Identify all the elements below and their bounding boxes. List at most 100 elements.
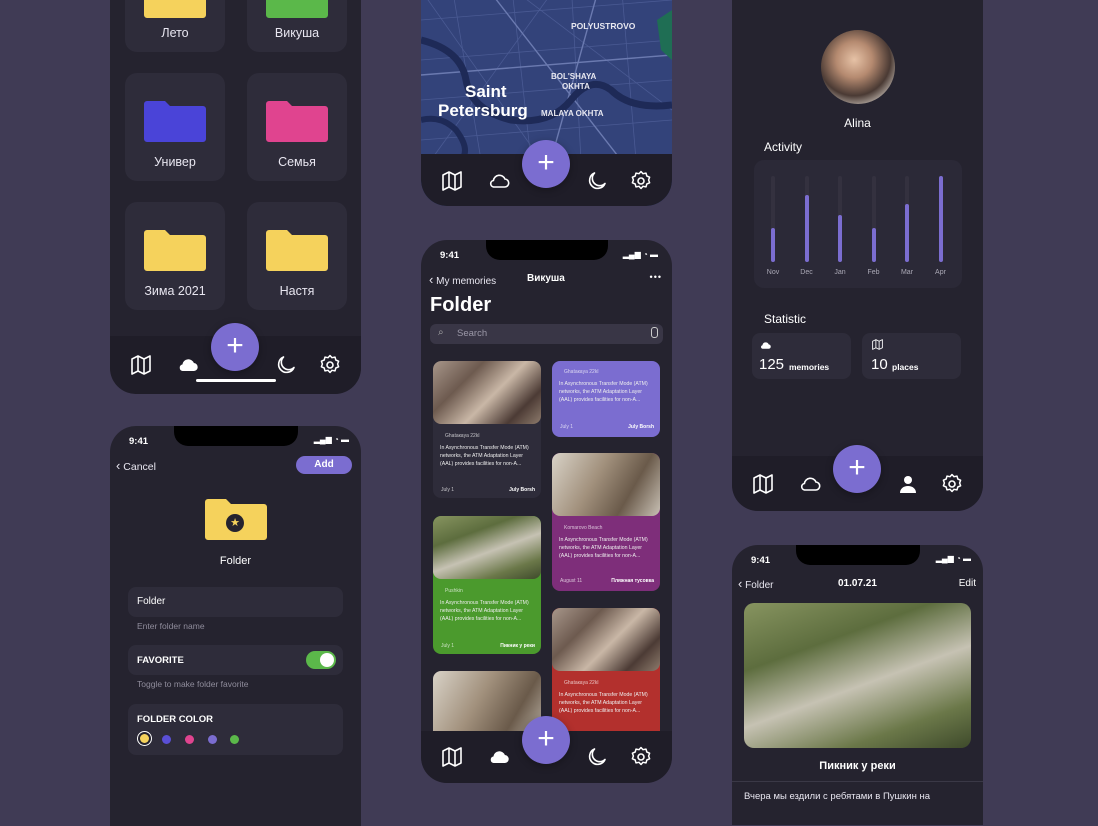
places-stat-label: places [892, 362, 919, 372]
divider [732, 781, 983, 782]
back-label: Folder [745, 580, 774, 591]
plus-icon: + [226, 328, 244, 362]
chevron-left-icon: ‹ [429, 272, 434, 287]
folder-name-field[interactable]: Folder [128, 587, 343, 617]
add-button[interactable]: + [211, 323, 259, 371]
microphone-icon[interactable] [651, 327, 658, 338]
gear-icon[interactable] [629, 169, 653, 193]
memory-title: Пикник у реки [819, 760, 896, 772]
memories-screen: 9:41 ▂▄▆ ◔ ▬ ‹ My memories Викуша ••• Fo… [421, 240, 672, 783]
moon-icon[interactable] [274, 353, 298, 377]
folder-label: Настя [279, 284, 315, 298]
plus-icon: + [537, 721, 555, 755]
cloud-icon[interactable] [487, 745, 511, 769]
memory-photo[interactable] [744, 603, 971, 748]
status-icons: ▂▄▆ ◔ ▬ [313, 435, 349, 444]
add-button[interactable]: + [833, 445, 881, 493]
folder-name: Пляжная тусовка [611, 578, 654, 584]
search-input[interactable]: ⌕ Search [430, 324, 663, 344]
profile-name: Alina [844, 116, 871, 130]
star-icon: ★ [226, 514, 244, 532]
activity-bar [905, 176, 909, 262]
map-city-label: Petersburg [438, 101, 528, 120]
page-title: Folder [430, 294, 492, 316]
activity-bar-fill [871, 228, 876, 262]
user-icon[interactable] [896, 472, 920, 496]
chevron-left-icon: ‹ [738, 576, 743, 591]
memory-card[interactable]: Ghataкaya 22kl In Asynchronous Transfer … [552, 361, 660, 437]
memory-card[interactable]: Ghataкaya 22kl In Asynchronous Transfer … [433, 361, 541, 498]
cloud-icon[interactable] [487, 169, 511, 193]
color-swatch-yellow[interactable] [140, 734, 149, 743]
color-swatch-blue[interactable] [162, 735, 171, 744]
favorite-field: FAVORITE [128, 645, 343, 675]
map-icon[interactable] [129, 353, 153, 377]
folder-icon [144, 98, 206, 142]
add-button[interactable]: + [522, 140, 570, 188]
folders-screen: Лето Викуша Универ Семья Зима 2021 Настя… [110, 0, 361, 394]
activity-bar [938, 176, 943, 262]
color-swatch-pink[interactable] [185, 735, 194, 744]
folder-color-label: FOLDER COLOR [137, 714, 213, 725]
moon-icon[interactable] [585, 169, 609, 193]
folder-tile[interactable]: Настя [247, 202, 347, 310]
back-button[interactable]: ‹ Folder [738, 576, 773, 591]
folder-tile[interactable]: Семья [247, 73, 347, 181]
folder-tile[interactable]: Лето [125, 0, 225, 52]
favorite-toggle[interactable] [306, 651, 336, 669]
gear-icon[interactable] [940, 472, 964, 496]
add-button[interactable]: Add [296, 456, 352, 474]
activity-month-label: Apr [935, 269, 946, 276]
folder-label: Лето [161, 26, 189, 40]
folder-tile[interactable]: Зима 2021 [125, 202, 225, 310]
date-label: July 1 [441, 487, 455, 493]
gear-icon[interactable] [629, 745, 653, 769]
memory-photo [552, 453, 660, 516]
color-swatch-green[interactable] [230, 735, 239, 744]
memories-count: 125 [759, 356, 785, 373]
more-icon[interactable]: ••• [650, 272, 662, 282]
activity-bar-fill [838, 215, 842, 262]
activity-bar [771, 176, 775, 262]
map-icon[interactable] [751, 472, 775, 496]
favorite-hint: Toggle to make folder favorite [137, 679, 249, 689]
cloud-icon[interactable] [176, 353, 200, 377]
chevron-left-icon: ‹ [116, 458, 121, 473]
map-icon[interactable] [440, 169, 464, 193]
folder-name: Пикник у реки [500, 643, 535, 649]
back-button[interactable]: ‹ My memories [429, 272, 496, 287]
memory-card[interactable]: Ghataкaya 22kl In Asynchronous Transfer … [552, 608, 660, 751]
memory-text: In Asynchronous Transfer Mode (ATM) netw… [440, 445, 529, 467]
edit-button[interactable]: Edit [959, 578, 976, 589]
notch [796, 545, 920, 565]
places-count: 10 [871, 356, 888, 373]
gear-icon[interactable] [318, 353, 342, 377]
memory-card[interactable]: Pushkin In Asynchronous Transfer Mode (A… [433, 516, 541, 654]
cloud-icon[interactable] [798, 472, 822, 496]
folder-tile[interactable]: Универ [125, 73, 225, 181]
avatar[interactable] [821, 30, 895, 104]
activity-chart: Nov Dec Jan Feb Mar Apr [754, 160, 962, 288]
color-swatch-purple[interactable] [208, 735, 217, 744]
memory-photo [433, 361, 541, 424]
cancel-button[interactable]: ‹ Cancel [116, 458, 156, 473]
notch [174, 426, 298, 446]
folder-label: Универ [154, 155, 196, 169]
map-icon[interactable] [440, 745, 464, 769]
folder-label: Семья [278, 155, 316, 169]
moon-icon[interactable] [585, 745, 609, 769]
home-indicator [196, 379, 276, 382]
add-button[interactable]: + [522, 716, 570, 764]
memory-text: In Asynchronous Transfer Mode (ATM) netw… [559, 381, 648, 403]
memories-stat-label: memories [789, 362, 830, 372]
memories-stat[interactable]: 125 memories [752, 333, 851, 379]
folder-name-value: Folder [137, 596, 166, 607]
places-stat[interactable]: 10 places [862, 333, 961, 379]
status-icons: ▂▄▆ ◔ ▬ [622, 250, 658, 259]
memory-card[interactable]: Komarovo Beach In Asynchronous Transfer … [552, 453, 660, 591]
nav-title: Викуша [527, 273, 565, 284]
folder-tile[interactable]: Викуша [247, 0, 347, 52]
status-icons: ▂▄▆ ◔ ▬ [935, 554, 971, 563]
folder-name: July Borsh [509, 487, 535, 493]
memory-photo [552, 608, 660, 671]
